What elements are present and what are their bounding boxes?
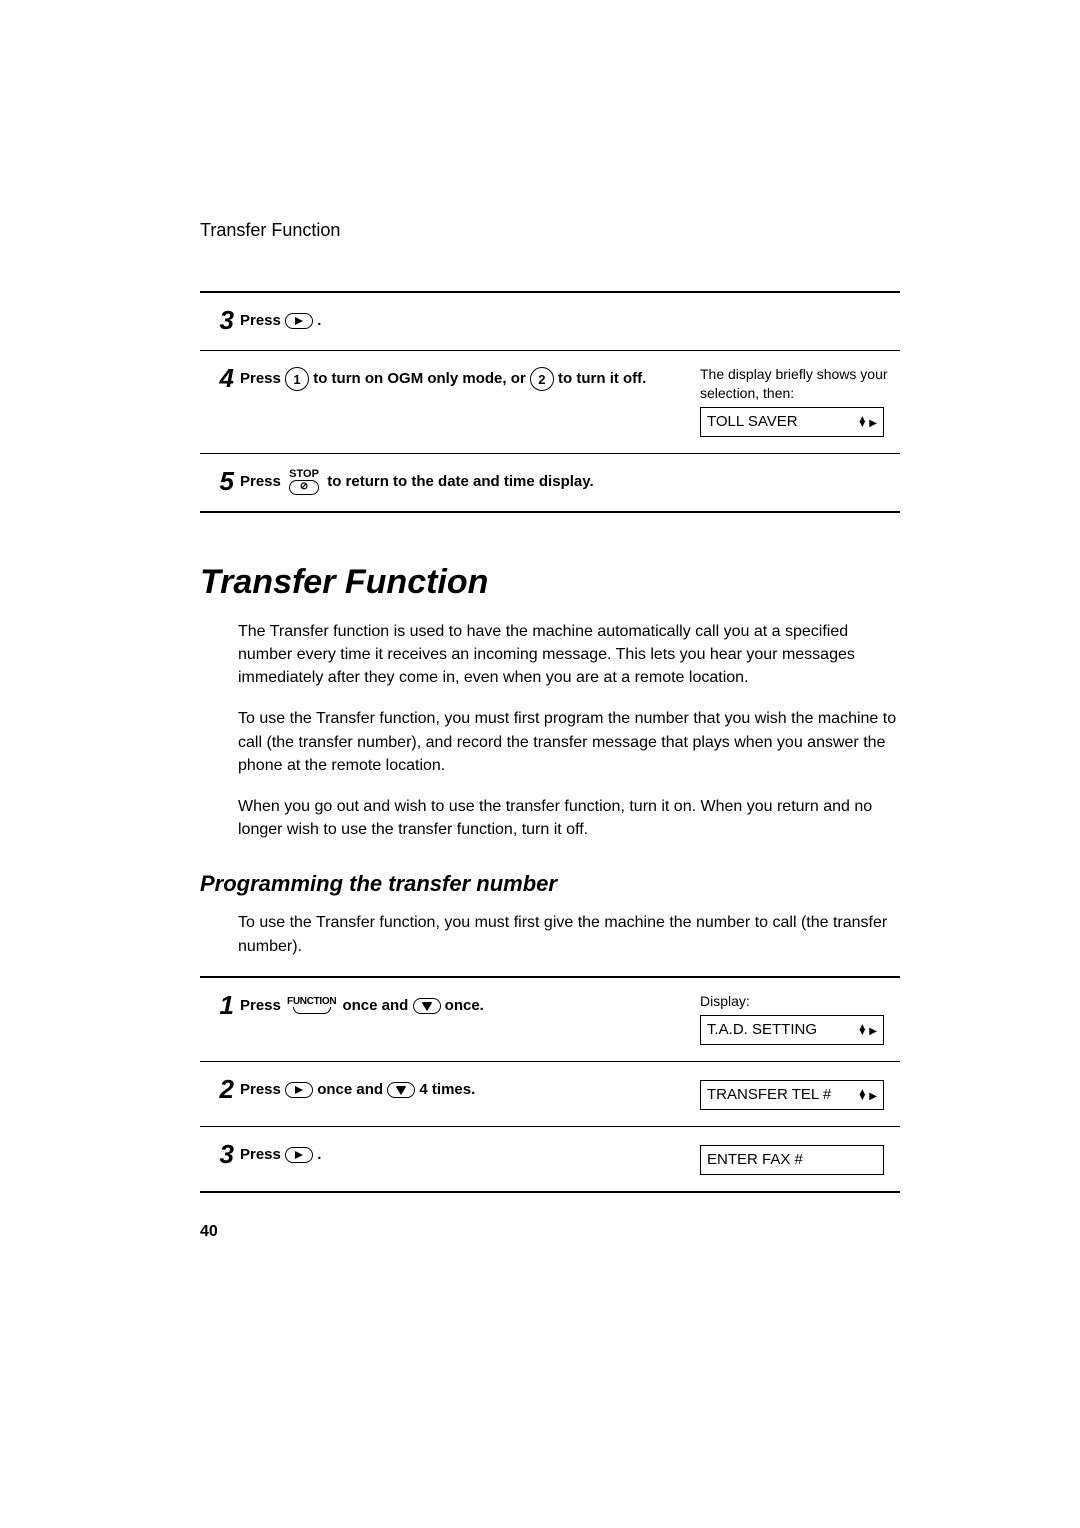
lcd-display: ENTER FAX # — [700, 1145, 884, 1175]
lcd-text: ENTER FAX # — [707, 1151, 803, 1168]
step-instruction: Press . — [240, 1141, 700, 1175]
down-key-icon — [413, 998, 441, 1014]
step-display-column: The display briefly shows your selection… — [700, 365, 900, 437]
step-number: 1 — [200, 992, 240, 1045]
step-row: 4Press 1 to turn on OGM only mode, or 2 … — [200, 351, 900, 454]
lower-steps-block: 1Press FUNCTION once and once.Display: T.… — [200, 976, 900, 1193]
down-key-icon — [387, 1082, 415, 1098]
start-key-icon — [285, 313, 313, 329]
step-instruction: Press 1 to turn on OGM only mode, or 2 t… — [240, 365, 700, 437]
keypad-2-icon: 2 — [530, 367, 554, 391]
step-instruction: Press FUNCTION once and once. — [240, 992, 700, 1045]
display-note: The display briefly shows your selection… — [700, 365, 900, 403]
step-row: 1Press FUNCTION once and once.Display: T.… — [200, 978, 900, 1062]
step-row: 5Press STOP⊘ to return to the date and t… — [200, 454, 900, 513]
step-display-column: Display: T.A.D. SETTING — [700, 992, 900, 1045]
step-display-column — [700, 468, 900, 495]
section-body: The Transfer function is used to have th… — [200, 620, 900, 842]
upper-steps-block: 3Press .4Press 1 to turn on OGM only mod… — [200, 291, 900, 513]
step-row: 3Press . ENTER FAX # — [200, 1127, 900, 1193]
step-row: 3Press . — [200, 293, 900, 351]
lcd-display: T.A.D. SETTING — [700, 1015, 884, 1045]
running-head: Transfer Function — [200, 220, 900, 241]
lcd-arrows-icon — [857, 1086, 877, 1103]
step-display-column — [700, 307, 900, 334]
subsection-para: To use the Transfer function, you must f… — [238, 911, 900, 957]
step-number: 3 — [200, 307, 240, 334]
subsection-title: Programming the transfer number — [200, 871, 900, 897]
step-number: 3 — [200, 1141, 240, 1175]
body-paragraph: The Transfer function is used to have th… — [238, 620, 900, 690]
step-instruction: Press . — [240, 307, 700, 334]
body-paragraph: When you go out and wish to use the tran… — [238, 795, 900, 841]
step-number: 2 — [200, 1076, 240, 1110]
step-display-column: TRANSFER TEL # — [700, 1076, 900, 1110]
step-instruction: Press once and 4 times. — [240, 1076, 700, 1110]
lcd-display: TRANSFER TEL # — [700, 1080, 884, 1110]
page-number: 40 — [200, 1223, 900, 1241]
lcd-arrows-icon — [857, 413, 877, 430]
lcd-text: T.A.D. SETTING — [707, 1021, 817, 1038]
manual-page: Transfer Function 3Press .4Press 1 to tu… — [200, 220, 900, 1241]
keypad-1-icon: 1 — [285, 367, 309, 391]
function-key-icon: FUNCTION — [287, 997, 336, 1014]
body-paragraph: To use the Transfer function, you must f… — [238, 707, 900, 777]
lcd-text: TRANSFER TEL # — [707, 1086, 831, 1103]
section-title: Transfer Function — [200, 563, 900, 602]
start-key-icon — [285, 1147, 313, 1163]
step-display-column: ENTER FAX # — [700, 1141, 900, 1175]
lcd-display: TOLL SAVER — [700, 407, 884, 437]
step-number: 5 — [200, 468, 240, 495]
step-instruction: Press STOP⊘ to return to the date and ti… — [240, 468, 700, 495]
step-row: 2Press once and 4 times. TRANSFER TEL # — [200, 1062, 900, 1127]
lcd-arrows-icon — [857, 1021, 877, 1038]
stop-key-icon: STOP⊘ — [289, 469, 319, 495]
lcd-text: TOLL SAVER — [707, 413, 798, 430]
start-key-icon — [285, 1082, 313, 1098]
display-note: Display: — [700, 992, 900, 1011]
step-number: 4 — [200, 365, 240, 437]
